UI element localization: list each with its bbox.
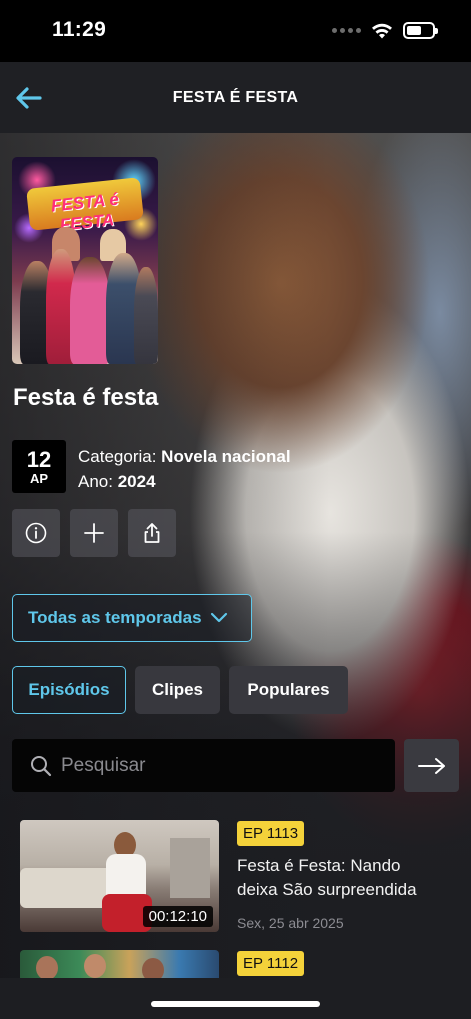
search-submit-button[interactable] xyxy=(404,739,459,792)
page-title: FESTA É FESTA xyxy=(172,89,299,106)
season-dropdown-label: Todas as temporadas xyxy=(28,608,202,627)
chevron-down-icon xyxy=(210,612,227,623)
wifi-icon xyxy=(372,23,392,38)
arrow-right-icon xyxy=(417,757,445,774)
age-rating-badge: 12 AP xyxy=(12,440,66,493)
episode-title[interactable]: Festa é Festa: Nando deixa São surpreend… xyxy=(237,854,437,902)
share-icon xyxy=(144,523,160,543)
search-input[interactable]: Pesquisar xyxy=(12,739,395,792)
category-value: Novela nacional xyxy=(161,447,291,466)
status-icons xyxy=(332,22,438,39)
rating-number: 12 xyxy=(26,447,52,472)
episode-duration: 00:12:10 xyxy=(142,906,213,927)
episode-badge: EP 1112 xyxy=(237,951,305,976)
show-meta: Categoria: Novela nacional Ano: 2024 xyxy=(78,444,291,494)
bottom-safe-area xyxy=(0,978,471,1019)
category-row: Categoria: Novela nacional xyxy=(78,444,291,469)
category-label: Categoria: xyxy=(78,447,162,466)
tab-episodios[interactable]: Episódios xyxy=(12,666,126,714)
episode-badge: EP 1113 xyxy=(237,821,305,846)
signal-icon xyxy=(332,28,361,33)
rating-label: AP xyxy=(29,471,49,486)
nav-bar: FESTA É FESTA xyxy=(0,62,471,133)
add-to-list-button[interactable] xyxy=(70,509,118,557)
show-poster: FESTA é FESTA xyxy=(12,157,158,364)
episode-thumbnail[interactable]: 00:12:10 xyxy=(20,820,219,932)
search-icon xyxy=(31,755,52,776)
year-row: Ano: 2024 xyxy=(78,469,291,494)
info-button[interactable] xyxy=(12,509,60,557)
home-indicator xyxy=(151,1001,320,1007)
show-title: Festa é festa xyxy=(13,384,159,411)
info-icon xyxy=(25,522,47,544)
episode-date: Sex, 25 abr 2025 xyxy=(237,915,344,931)
status-bar: 11:29 xyxy=(0,0,471,62)
tab-populares[interactable]: Populares xyxy=(229,666,348,714)
battery-icon xyxy=(403,22,438,39)
plus-icon xyxy=(84,523,104,543)
year-value: 2024 xyxy=(117,472,156,491)
status-time: 11:29 xyxy=(52,18,107,41)
year-label: Ano: xyxy=(78,472,118,491)
tab-clipes[interactable]: Clipes xyxy=(135,666,220,714)
season-dropdown[interactable]: Todas as temporadas xyxy=(12,594,252,642)
share-button[interactable] xyxy=(128,509,176,557)
search-placeholder: Pesquisar xyxy=(61,754,146,776)
